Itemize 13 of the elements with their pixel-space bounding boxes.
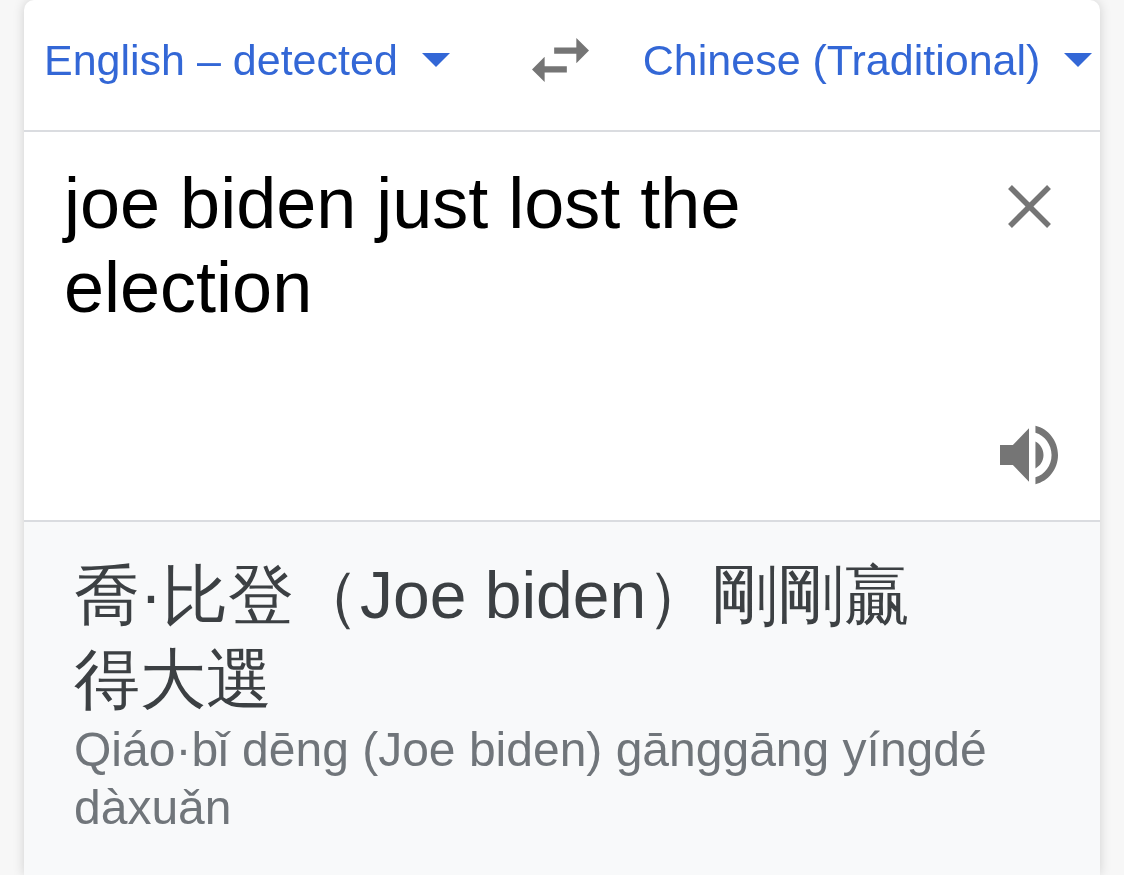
close-icon — [1006, 185, 1052, 228]
listen-button[interactable] — [1000, 425, 1058, 485]
romanization-text: Qiáo·bǐ dēng (Joe biden) gānggāng yíngdé dàxuǎn — [74, 722, 988, 836]
source-language-dropdown[interactable]: English – detected — [44, 35, 450, 85]
swap-arrows-icon — [531, 38, 589, 82]
swap-languages-button[interactable] — [531, 38, 589, 82]
caret-icon — [1064, 53, 1093, 67]
source-text-field[interactable]: joe biden just lost the election — [64, 132, 980, 520]
translation-text: 喬·比登（Joe biden）剛剛贏得大選 — [74, 557, 912, 718]
speaker-icon — [1000, 425, 1058, 485]
target-language-dropdown[interactable]: Chinese (Traditional) — [642, 35, 1093, 85]
caret-icon — [421, 53, 450, 67]
clear-button[interactable] — [1006, 185, 1052, 228]
